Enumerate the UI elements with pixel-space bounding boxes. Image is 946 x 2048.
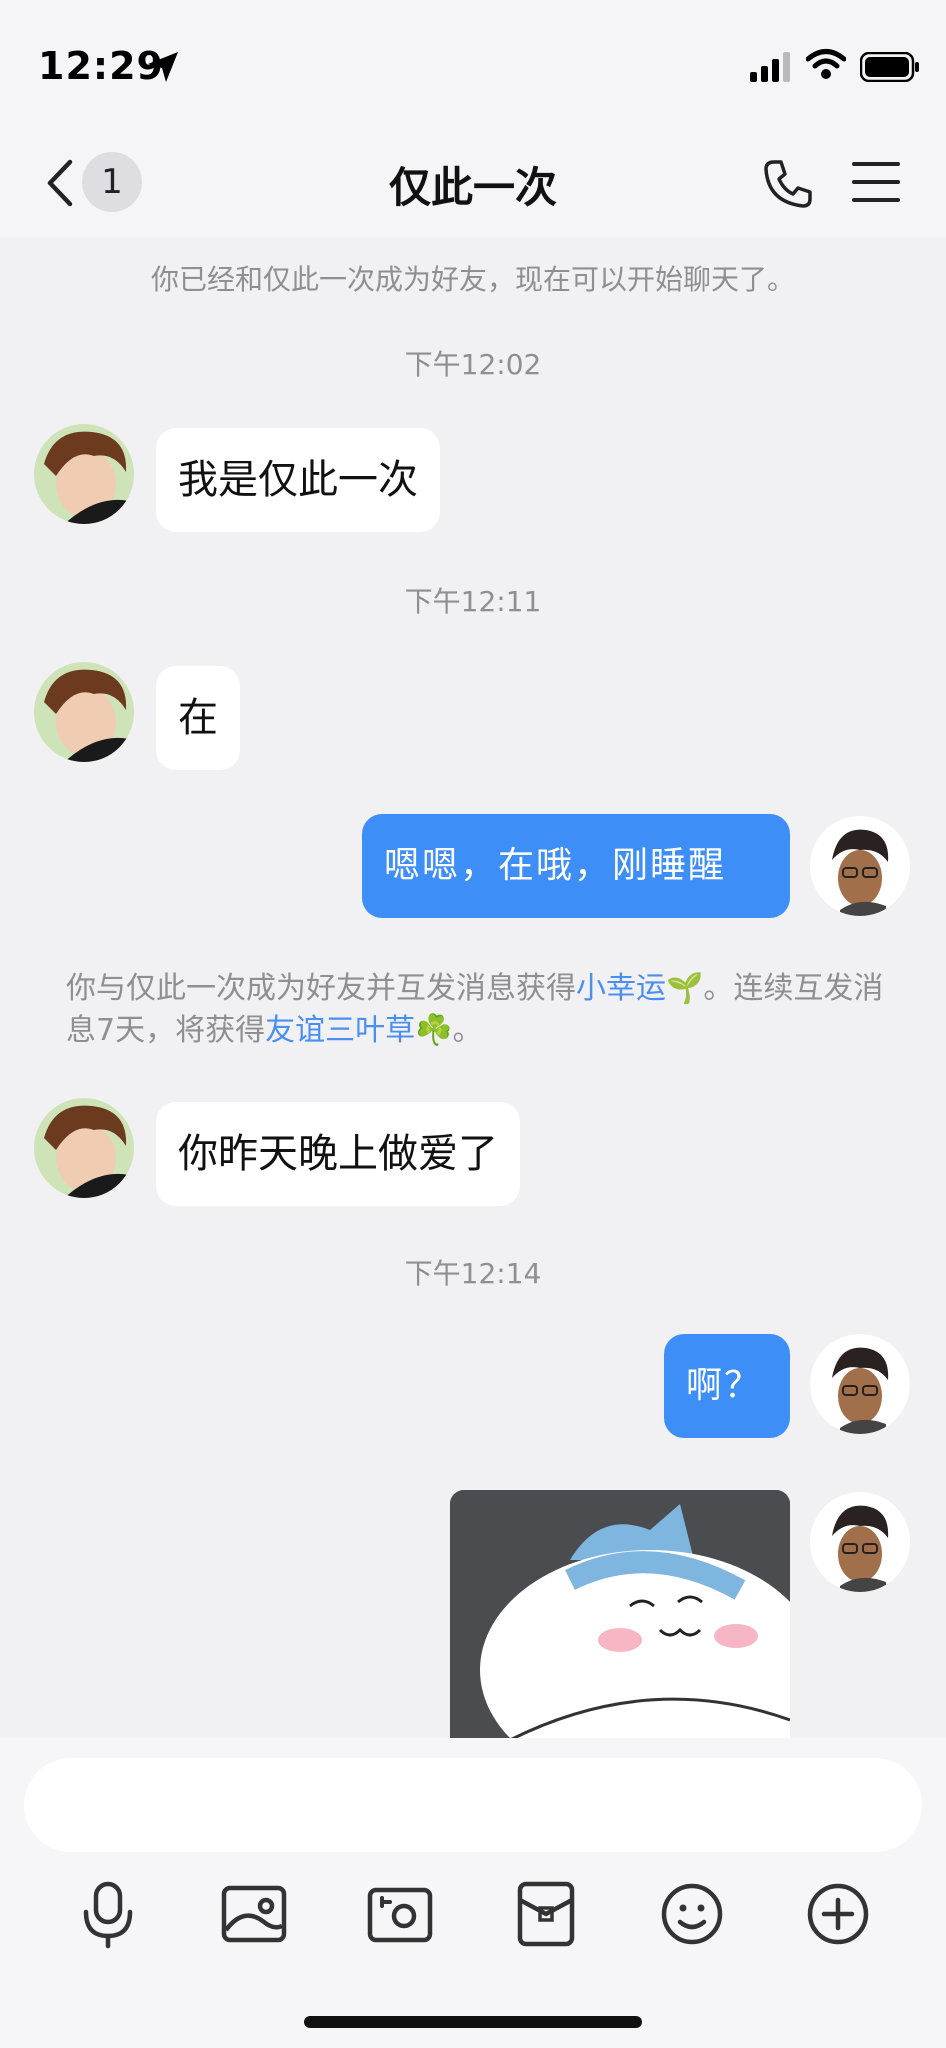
cat-sticker-icon [450,1490,790,1740]
notice-text: 你与仅此一次成为好友并互发消息获得 [66,971,576,1006]
notice-text: 。 [452,1013,483,1048]
notice-link-lucky[interactable]: 小幸运 [576,971,666,1006]
input-area [0,1738,946,2048]
message-bubble-incoming[interactable]: 在 [156,666,240,770]
message-bubble-outgoing[interactable]: 啊？ [664,1334,790,1438]
menu-icon[interactable] [852,160,900,204]
red-packet-icon[interactable] [506,1874,586,1954]
sprout-icon: 🌱 [666,971,704,1006]
clover-icon: ☘️ [415,1013,453,1048]
chat-header: 1 仅此一次 [0,130,946,238]
battery-icon [860,52,919,82]
friend-avatar[interactable] [34,662,134,762]
timestamp: 下午12:14 [404,1257,542,1290]
my-avatar[interactable] [810,1492,910,1592]
location-arrow-icon [148,52,178,82]
message-bubble-incoming[interactable]: 你昨天晚上做爱了 [156,1102,520,1206]
friendship-notice: 你与仅此一次成为好友并互发消息获得小幸运🌱。连续互发消息7天，将获得友谊三叶草☘… [66,968,896,1052]
cellular-signal-icon [750,52,790,82]
home-indicator[interactable] [304,2016,642,2028]
plus-icon[interactable] [798,1874,878,1954]
message-bubble-outgoing[interactable]: 嗯嗯，在哦，刚睡醒 [362,814,790,918]
notice-link-clover[interactable]: 友谊三叶草 [265,1013,415,1048]
my-avatar[interactable] [810,816,910,916]
friend-avatar[interactable] [34,424,134,524]
status-bar: 12:29 [0,0,946,130]
message-bubble-incoming[interactable]: 我是仅此一次 [156,428,440,532]
message-input[interactable] [24,1758,922,1852]
friend-avatar[interactable] [34,1098,134,1198]
camera-icon[interactable] [360,1874,440,1954]
timestamp: 下午12:02 [404,348,542,381]
phone-call-icon[interactable] [762,158,814,210]
timestamp: 下午12:11 [404,585,542,618]
image-icon[interactable] [214,1874,294,1954]
system-message-friend-added: 你已经和仅此一次成为好友，现在可以开始聊天了。 [150,263,795,296]
sticker-message[interactable] [450,1490,790,1740]
my-avatar[interactable] [810,1334,910,1434]
wifi-icon [806,49,846,79]
emoji-icon[interactable] [652,1874,732,1954]
microphone-icon[interactable] [68,1874,148,1954]
